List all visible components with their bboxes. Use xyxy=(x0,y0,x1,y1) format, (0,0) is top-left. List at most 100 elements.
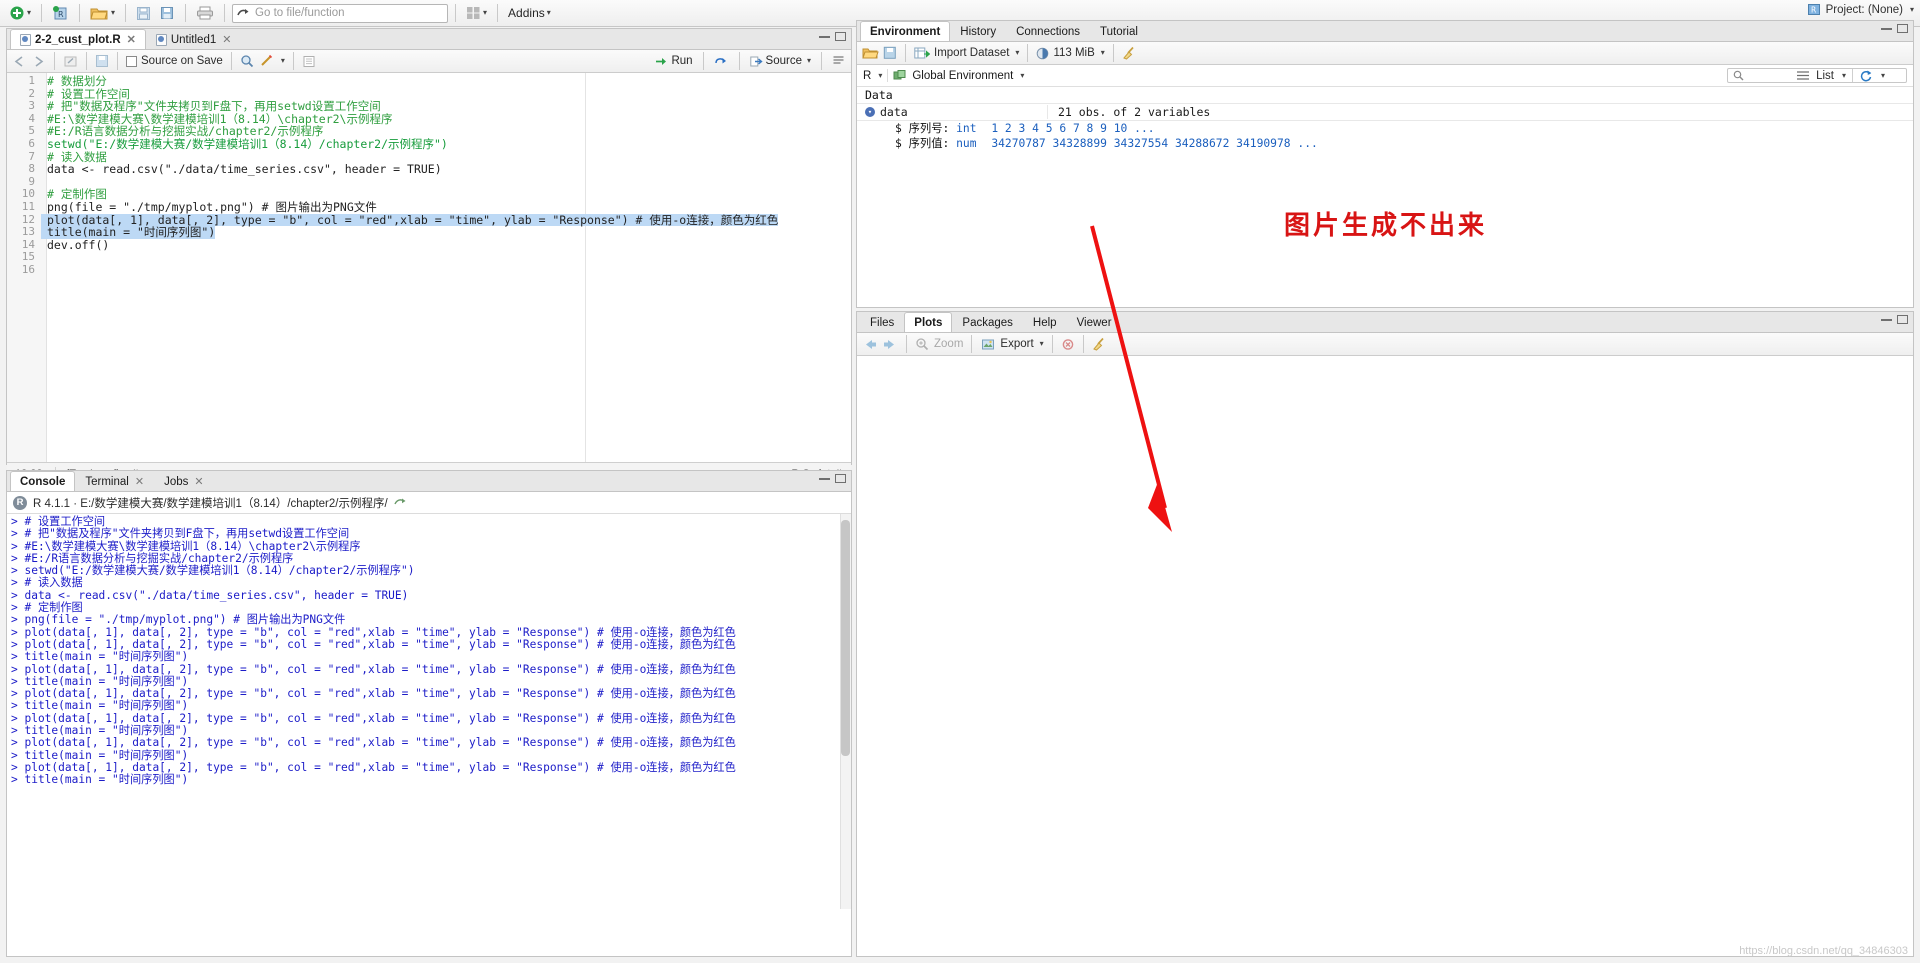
maximize-icon[interactable] xyxy=(1897,315,1908,324)
project-selector[interactable]: R Project: (None) ▾ xyxy=(1807,3,1914,16)
run-button[interactable]: Run xyxy=(655,55,693,67)
search-icon[interactable] xyxy=(240,54,255,68)
close-icon[interactable]: ✕ xyxy=(127,33,136,46)
new-project-button[interactable]: R xyxy=(49,3,72,24)
chevron-down-icon[interactable]: ▾ xyxy=(878,71,882,80)
source-on-save-checkbox[interactable]: Source on Save xyxy=(126,55,223,67)
import-dataset-icon xyxy=(914,47,930,58)
minimize-icon[interactable] xyxy=(819,35,830,38)
chevron-down-icon[interactable]: ▾ xyxy=(1842,71,1846,80)
goto-file-function-box[interactable]: Go to file/function xyxy=(232,3,449,23)
console-scrollbar[interactable] xyxy=(840,514,851,909)
load-workspace-icon[interactable] xyxy=(862,46,879,60)
source-options-icon[interactable] xyxy=(832,55,845,67)
minimize-icon[interactable] xyxy=(1881,27,1892,30)
minimize-icon[interactable] xyxy=(1881,318,1892,321)
field-type: int xyxy=(956,122,977,135)
tab-jobs[interactable]: Jobs ✕ xyxy=(154,471,214,491)
show-in-window-icon[interactable] xyxy=(63,55,78,68)
minimize-icon[interactable] xyxy=(819,477,830,480)
environment-scope-label[interactable]: Global Environment xyxy=(912,70,1013,82)
list-view-icon xyxy=(1797,70,1810,80)
save-all-button[interactable] xyxy=(157,3,178,24)
variable-name: data xyxy=(880,105,908,119)
refresh-icon[interactable] xyxy=(1859,69,1873,82)
tab-environment[interactable]: Environment xyxy=(860,21,951,41)
tab-history[interactable]: History xyxy=(950,21,1006,41)
chevron-down-icon[interactable]: ▾ xyxy=(1101,49,1105,57)
addins-button[interactable]: Addins ▾ xyxy=(505,3,554,24)
outline-icon[interactable] xyxy=(302,55,316,68)
tab-files[interactable]: Files xyxy=(860,312,904,332)
source-button[interactable]: Source ▾ xyxy=(749,55,811,67)
open-dir-arrow-icon[interactable] xyxy=(394,497,407,508)
save-workspace-icon[interactable] xyxy=(883,46,897,60)
chevron-down-icon[interactable]: ▾ xyxy=(1040,340,1044,348)
tab-connections[interactable]: Connections xyxy=(1006,21,1090,41)
list-view-label[interactable]: List xyxy=(1816,70,1834,82)
export-label[interactable]: Export xyxy=(1000,338,1033,350)
divider xyxy=(906,335,907,353)
code-editor[interactable]: 1 # 数据划分 2 # 设置工作空间 3 # 把"数据及程序"文件夹拷贝到F盘下，再… xyxy=(7,73,851,462)
tab-label: Tutorial xyxy=(1100,25,1138,38)
console-line: > plot(data[, 1], data[, 2], type = "b",… xyxy=(11,736,736,750)
console-pane: Console Terminal ✕ Jobs ✕ R R 4.1.1 · E:… xyxy=(6,470,852,957)
save-icon[interactable] xyxy=(95,54,109,68)
chevron-down-icon[interactable]: ▾ xyxy=(1020,71,1024,80)
close-icon[interactable]: ✕ xyxy=(222,33,231,46)
tab-packages[interactable]: Packages xyxy=(952,312,1023,332)
tab-label: Plots xyxy=(914,316,943,329)
remove-plot-icon[interactable] xyxy=(1061,338,1075,351)
tab-help[interactable]: Help xyxy=(1023,312,1067,332)
source-tab-0[interactable]: 2-2_cust_plot.R ✕ xyxy=(10,29,146,49)
chevron-down-icon[interactable]: ▾ xyxy=(807,57,811,65)
r-file-icon xyxy=(20,33,31,46)
variable-field-row: $ 序列号: int 1 2 3 4 5 6 7 8 9 10 ... xyxy=(857,121,1913,136)
plots-output-area[interactable] xyxy=(857,356,1913,955)
workspace-panes-button[interactable]: ▾ xyxy=(463,3,490,24)
divider xyxy=(905,44,906,62)
line-number: 4 xyxy=(28,111,35,125)
print-button[interactable] xyxy=(193,3,217,24)
new-file-button[interactable]: ▾ xyxy=(6,3,34,24)
field-type: num xyxy=(956,137,977,150)
environment-variable-row[interactable]: ▾ data 21 obs. of 2 variables xyxy=(857,104,1913,121)
tab-terminal[interactable]: Terminal ✕ xyxy=(75,471,154,491)
source-pane-controls xyxy=(819,32,846,41)
memory-usage-label[interactable]: 113 MiB xyxy=(1053,47,1094,59)
next-plot-icon[interactable] xyxy=(882,338,898,351)
previous-plot-icon[interactable] xyxy=(862,338,878,351)
expand-icon[interactable]: ▾ xyxy=(865,107,875,117)
import-dataset-label[interactable]: Import Dataset xyxy=(934,47,1009,59)
forward-arrow-icon[interactable] xyxy=(31,55,46,68)
maximize-icon[interactable] xyxy=(835,32,846,41)
console-output[interactable]: > # 设置工作空间 > # 把"数据及程序"文件夹拷贝到F盘下，再用setwd… xyxy=(7,514,851,909)
maximize-icon[interactable] xyxy=(1897,24,1908,33)
maximize-icon[interactable] xyxy=(835,474,846,483)
r-file-icon xyxy=(155,33,167,46)
code-tools-wand-icon[interactable] xyxy=(259,54,275,68)
tab-plots[interactable]: Plots xyxy=(904,312,953,332)
divider xyxy=(1112,44,1114,62)
close-icon[interactable]: ✕ xyxy=(135,475,144,488)
tab-console[interactable]: Console xyxy=(10,471,76,491)
environment-language[interactable]: R xyxy=(863,70,871,82)
back-arrow-icon[interactable] xyxy=(12,55,27,68)
zoom-label[interactable]: Zoom xyxy=(934,338,963,350)
chevron-down-icon[interactable]: ▾ xyxy=(281,57,285,65)
scrollbar-thumb[interactable] xyxy=(841,520,850,756)
chevron-down-icon[interactable]: ▾ xyxy=(1015,49,1019,57)
tab-label: Jobs xyxy=(164,475,189,488)
export-icon xyxy=(982,339,995,349)
open-file-button[interactable]: ▾ xyxy=(87,3,118,24)
clear-broom-icon[interactable] xyxy=(1122,46,1138,60)
code-line: 16 xyxy=(7,263,851,277)
divider xyxy=(54,52,55,70)
chevron-down-icon[interactable]: ▾ xyxy=(1881,71,1885,80)
divider xyxy=(86,52,87,70)
rerun-button[interactable] xyxy=(714,56,729,67)
close-icon[interactable]: ✕ xyxy=(194,475,203,488)
source-tab-1[interactable]: Untitled1 ✕ xyxy=(146,29,242,49)
save-button[interactable] xyxy=(133,3,154,24)
tab-tutorial[interactable]: Tutorial xyxy=(1090,21,1148,41)
